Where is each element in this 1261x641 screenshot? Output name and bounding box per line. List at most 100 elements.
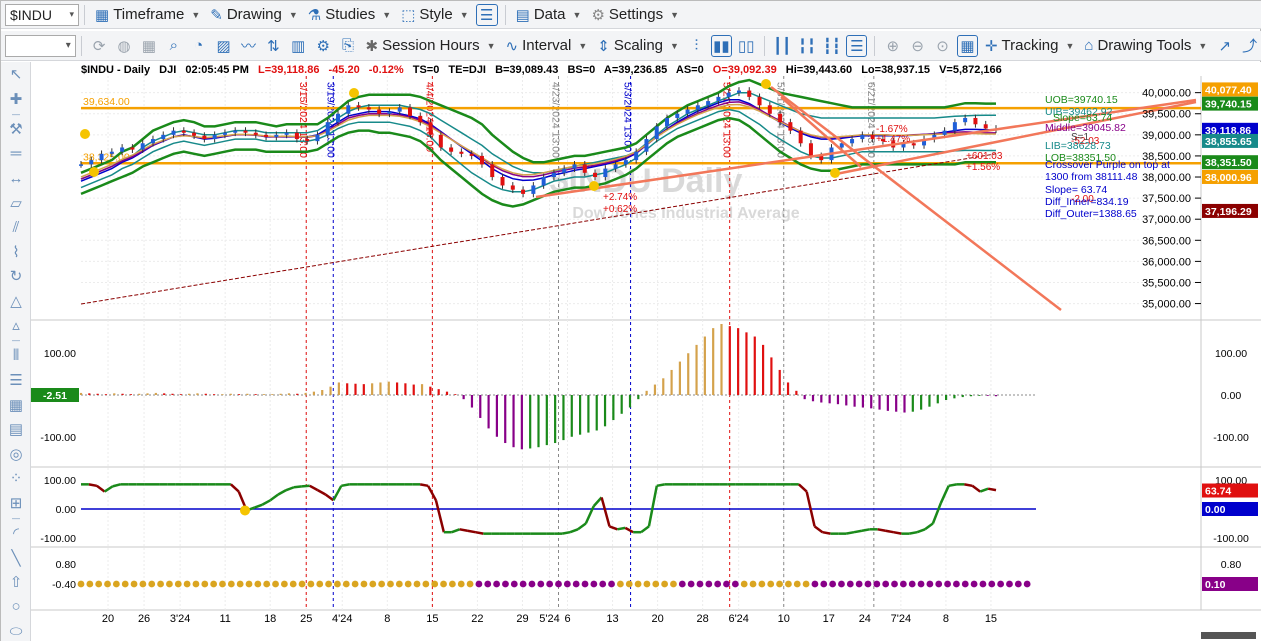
config-icon[interactable]: ⚙ bbox=[313, 35, 334, 57]
drawing-tools-menu[interactable]: ⌂ Drawing Tools ▼ bbox=[1079, 34, 1212, 58]
camera-icon[interactable]: ⎘ bbox=[338, 35, 359, 57]
studies-menu[interactable]: ⚗ Studies ▼ bbox=[303, 3, 396, 27]
signal-dot bbox=[546, 580, 554, 588]
studies-label: Studies bbox=[325, 6, 376, 23]
interval-label: Interval bbox=[522, 37, 572, 54]
grid-toggle-icon[interactable]: ▦ bbox=[956, 34, 978, 57]
parallel-lines-icon[interactable]: ▱ bbox=[1, 191, 31, 216]
wrench-icon: ✱ bbox=[365, 37, 379, 55]
grid-icon[interactable]: ▦ bbox=[1, 393, 31, 418]
signal-dot bbox=[740, 580, 748, 588]
quote-bid-size: BS=0 bbox=[567, 64, 595, 76]
scaling-menu[interactable]: ⇕ Scaling ▼ bbox=[592, 34, 684, 58]
interval-menu[interactable]: ∿ Interval ▼ bbox=[501, 34, 593, 58]
list-icon[interactable]: ☰ bbox=[1, 368, 31, 393]
hlc-icon[interactable]: ┇┇ bbox=[821, 35, 842, 57]
refresh-icon[interactable]: ⟳ bbox=[89, 35, 110, 57]
zoom-out-icon[interactable]: ⊖ bbox=[907, 35, 928, 57]
hollow-candle-icon[interactable]: ▯▯ bbox=[736, 35, 757, 57]
zoom-icon[interactable]: ⌕ bbox=[163, 35, 184, 57]
line-icon[interactable]: ╲ bbox=[1, 546, 31, 571]
candle-body bbox=[346, 105, 351, 114]
signal-dot bbox=[608, 580, 615, 588]
price-value-text: 38,351.50 bbox=[1205, 157, 1252, 169]
move-icon[interactable]: ↔ bbox=[1, 166, 31, 191]
candle-body bbox=[942, 130, 947, 135]
date-tick-label: 11 bbox=[219, 613, 230, 625]
triangle-outline-icon[interactable]: ▵ bbox=[1, 313, 31, 338]
dots-grid-icon[interactable]: ⁘ bbox=[1, 466, 31, 491]
drawing-menu[interactable]: ✎ Drawing ▼ bbox=[205, 3, 303, 27]
spiral-icon[interactable]: ◎ bbox=[1, 442, 31, 467]
osc-segment bbox=[341, 483, 350, 488]
ellipse-icon[interactable]: ⬭ bbox=[1, 619, 31, 641]
price-value-text: 37,196.29 bbox=[1205, 206, 1252, 218]
signal-dot bbox=[758, 580, 766, 588]
chart-area[interactable]: $INDU - Daily DJI 02:05:45 PM L=39,118.8… bbox=[31, 62, 1261, 641]
candle-body bbox=[130, 147, 135, 150]
candlestick-icon[interactable]: ▮▮ bbox=[710, 34, 732, 57]
bars-icon[interactable]: ┃┃ bbox=[772, 35, 793, 57]
scale-icon[interactable]: ⇅ bbox=[263, 35, 284, 57]
symbol-selector[interactable]: $INDU ▾ bbox=[5, 3, 79, 26]
price-tick-label: 35,000.00 bbox=[1142, 299, 1191, 311]
main-toolbar: $INDU ▾ ▦ Timeframe ▼ ✎ Drawing ▼ ⚗ Stud… bbox=[1, 1, 1261, 29]
wrench-icon[interactable]: ⚒ bbox=[1, 117, 31, 142]
tracking-menu[interactable]: ✛ Tracking ▼ bbox=[980, 34, 1079, 58]
interval-icon: ∿ bbox=[505, 37, 519, 55]
candle-body bbox=[243, 130, 248, 133]
pattern-icon[interactable]: ⊞ bbox=[1, 491, 31, 516]
bar-chart-icon[interactable]: ⫶ bbox=[686, 35, 707, 57]
preset-selector[interactable]: ▾ bbox=[5, 34, 76, 57]
candle-body bbox=[798, 130, 803, 144]
charting-app: $INDU ▾ ▦ Timeframe ▼ ✎ Drawing ▼ ⚗ Stud… bbox=[0, 0, 1261, 641]
price-annotation: +2.74% bbox=[603, 192, 637, 203]
candle-body bbox=[870, 134, 875, 140]
trend-icon[interactable]: ↗ bbox=[1214, 35, 1235, 57]
candle-body bbox=[469, 153, 474, 156]
channel-icon[interactable]: ⫽ bbox=[1, 215, 31, 240]
timeframe-menu[interactable]: ▦ Timeframe ▼ bbox=[90, 3, 205, 27]
crosshair-icon[interactable]: ✚ bbox=[1, 87, 31, 112]
arrow-up-icon[interactable]: ⇧ bbox=[1, 570, 31, 595]
table-icon[interactable]: ▤ bbox=[1, 417, 31, 442]
palette-icon[interactable]: ◍ bbox=[114, 35, 135, 57]
osc-segment bbox=[877, 528, 886, 532]
triangle-icon[interactable]: △ bbox=[1, 289, 31, 314]
scaling-icon: ⇕ bbox=[597, 37, 610, 55]
settings-menu[interactable]: ⚙ Settings ▼ bbox=[586, 3, 684, 27]
price-annotation: +0.62% bbox=[603, 204, 637, 215]
cursor-icon[interactable]: ↖ bbox=[1, 62, 31, 87]
signal-dot bbox=[130, 580, 138, 588]
date-tick-label: 10 bbox=[778, 613, 790, 625]
data-menu[interactable]: ▤ Data ▼ bbox=[511, 3, 587, 27]
histogram-icon[interactable]: ▥ bbox=[288, 35, 309, 57]
panel-layout-icon[interactable]: ☰ bbox=[846, 34, 868, 57]
compass-icon[interactable]: ◔ bbox=[188, 35, 209, 57]
arc-icon[interactable]: ◜ bbox=[1, 521, 31, 546]
cycle-icon[interactable]: ↻ bbox=[1, 264, 31, 289]
line-chart-icon[interactable]: 〰 bbox=[238, 35, 259, 57]
candle-body bbox=[99, 153, 104, 161]
layout-icon[interactable]: ☰ bbox=[475, 3, 498, 26]
zoom-in-icon[interactable]: ⊕ bbox=[882, 35, 903, 57]
horizontal-scrollbar[interactable] bbox=[1201, 632, 1256, 639]
ohlc-icon[interactable]: ╏╏ bbox=[797, 35, 818, 57]
export-icon[interactable]: ⤴ bbox=[1239, 35, 1260, 57]
zoom-reset-icon[interactable]: ⊙ bbox=[932, 35, 953, 57]
quote-line: $INDU - Daily DJI 02:05:45 PM L=39,118.8… bbox=[81, 64, 1002, 76]
columns-icon[interactable]: ⦀ bbox=[1, 344, 31, 369]
osc-segment bbox=[853, 529, 863, 534]
horizontal-line-icon[interactable]: ═ bbox=[1, 142, 31, 167]
osc-segment bbox=[467, 529, 476, 534]
candle-body bbox=[212, 134, 217, 140]
session-hours-menu[interactable]: ✱ Session Hours ▼ bbox=[361, 34, 501, 58]
brush-icon[interactable]: ⌇ bbox=[1, 240, 31, 265]
image-icon[interactable]: ▨ bbox=[213, 35, 234, 57]
grid-icon[interactable]: ▦ bbox=[138, 35, 159, 57]
style-menu[interactable]: ⬚ Style ▼ bbox=[396, 3, 473, 27]
candle-body bbox=[294, 132, 299, 140]
circle-icon[interactable]: ○ bbox=[1, 595, 31, 620]
candle-body bbox=[109, 151, 114, 154]
signal-dot bbox=[201, 580, 209, 588]
